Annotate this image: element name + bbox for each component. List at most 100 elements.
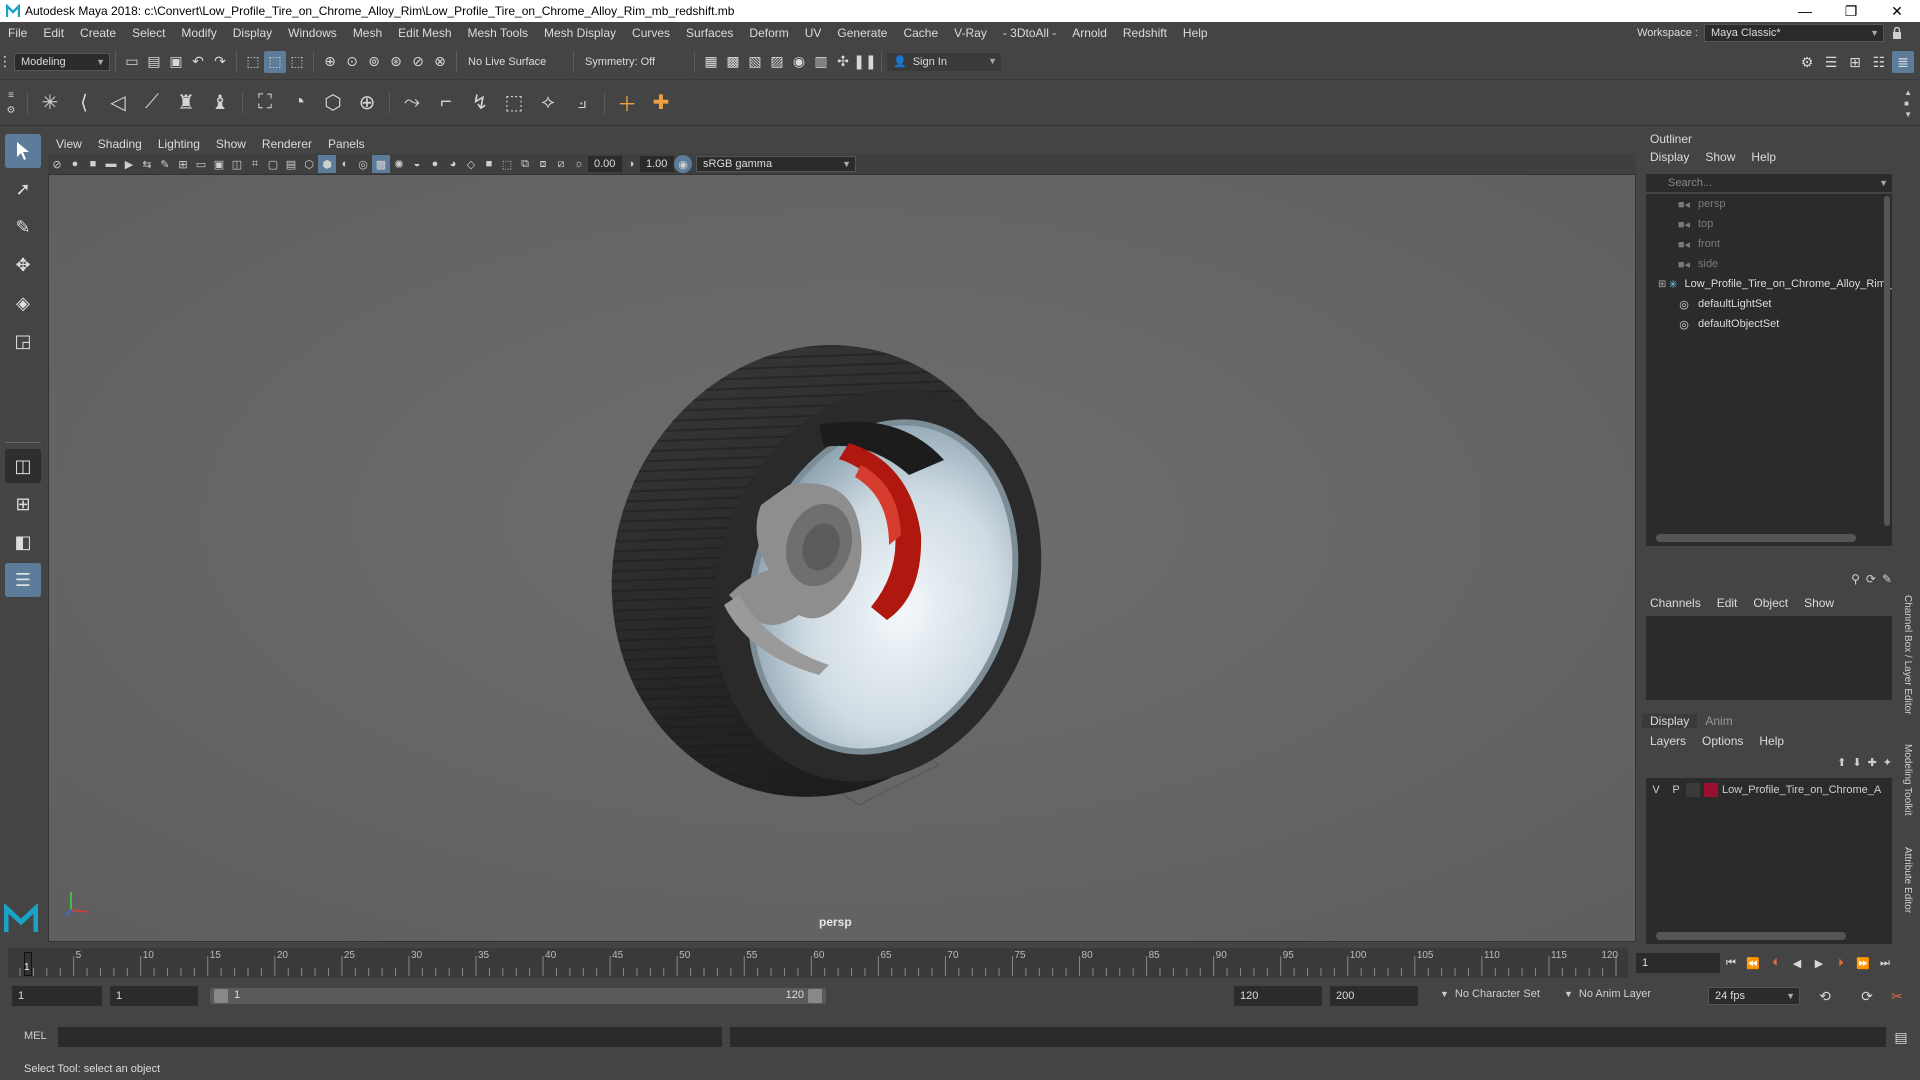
- human-ik-icon[interactable]: ♝: [203, 86, 237, 120]
- tab-anim[interactable]: Anim: [1697, 714, 1740, 728]
- smooth-shade-icon[interactable]: ⬢: [318, 155, 336, 173]
- render-settings-icon[interactable]: ▨: [766, 51, 788, 73]
- four-view-layout-button[interactable]: ⊞: [5, 487, 41, 521]
- new-scene-icon[interactable]: ▭: [121, 51, 143, 73]
- create-joint-icon[interactable]: ✳: [33, 86, 67, 120]
- outliner-item-side[interactable]: ■◂ side: [1646, 254, 1892, 274]
- outliner-vertical-scrollbar[interactable]: [1884, 196, 1890, 526]
- viewport-menu-view[interactable]: View: [48, 137, 90, 151]
- viewport-menu-lighting[interactable]: Lighting: [150, 137, 208, 151]
- snap-point-icon[interactable]: ⊚: [363, 51, 385, 73]
- new-layer-selected-icon[interactable]: ✦: [1883, 756, 1892, 769]
- animation-preferences-icon[interactable]: ✂: [1886, 985, 1908, 1007]
- field-chart-icon[interactable]: ⌗: [246, 155, 264, 173]
- maximize-button[interactable]: ❐: [1828, 0, 1874, 22]
- layer-name[interactable]: Low_Profile_Tire_on_Chrome_A: [1722, 784, 1881, 796]
- layer-row[interactable]: V P Low_Profile_Tire_on_Chrome_A: [1646, 780, 1892, 800]
- viewport-menu-panels[interactable]: Panels: [320, 137, 373, 151]
- smooth-bind-icon[interactable]: ◔: [282, 86, 316, 120]
- ik-fk-icon[interactable]: ⌐: [429, 86, 463, 120]
- modeling-toolkit-icon[interactable]: ⚙: [1796, 51, 1818, 73]
- default-material-icon[interactable]: ◐: [336, 155, 354, 173]
- paint-select-tool-button[interactable]: ✎: [5, 210, 41, 244]
- menu-windows[interactable]: Windows: [280, 26, 345, 40]
- ambient-occlusion-icon[interactable]: ●: [426, 155, 444, 173]
- workspace-dropdown[interactable]: Maya Classic* ▼: [1704, 24, 1884, 42]
- locator-icon[interactable]: ＋: [610, 86, 644, 120]
- playback-start-field[interactable]: 1: [110, 986, 198, 1006]
- safe-title-icon[interactable]: ▤: [282, 155, 300, 173]
- grease-pencil-icon[interactable]: ✎: [156, 155, 174, 173]
- menu-edit-mesh[interactable]: Edit Mesh: [390, 26, 459, 40]
- menu-surfaces[interactable]: Surfaces: [678, 26, 741, 40]
- textured-icon[interactable]: ▩: [372, 155, 390, 173]
- gamma-field[interactable]: 1.00: [640, 156, 674, 172]
- exposure-field[interactable]: 0.00: [588, 156, 622, 172]
- move-tool-button[interactable]: ✥: [5, 248, 41, 282]
- menu-edit[interactable]: Edit: [35, 26, 72, 40]
- camera-attributes-icon[interactable]: ■: [84, 155, 102, 173]
- safe-action-icon[interactable]: ▢: [264, 155, 282, 173]
- tab-display[interactable]: Display: [1642, 714, 1698, 728]
- save-scene-icon[interactable]: ▣: [165, 51, 187, 73]
- menu-modify[interactable]: Modify: [173, 26, 224, 40]
- animation-end-field[interactable]: 200: [1330, 986, 1418, 1006]
- outliner-horizontal-scrollbar[interactable]: [1656, 534, 1856, 542]
- depth-of-field-icon[interactable]: ■: [480, 155, 498, 173]
- tab-modeling-toolkit[interactable]: Modeling Toolkit: [1902, 730, 1913, 830]
- minimize-button[interactable]: —: [1782, 0, 1828, 22]
- paint-weights-icon[interactable]: ⤳: [395, 86, 429, 120]
- tab-attribute-editor[interactable]: Attribute Editor: [1902, 830, 1913, 930]
- light-editor-icon[interactable]: ✣: [832, 51, 854, 73]
- current-frame-field[interactable]: 1: [1636, 953, 1720, 973]
- range-slider[interactable]: 1 120: [210, 988, 826, 1004]
- xray-icon[interactable]: ⧉: [516, 155, 534, 173]
- outliner-item-persp[interactable]: ■◂ persp: [1646, 194, 1892, 214]
- wireframe-icon[interactable]: ⬡: [300, 155, 318, 173]
- channelbox-menu-channels[interactable]: Channels: [1642, 596, 1709, 610]
- menu-3dtoall[interactable]: - 3DtoAll -: [995, 26, 1064, 40]
- key-selected-icon[interactable]: ⚲: [1851, 572, 1860, 586]
- hypershade-icon[interactable]: ◉: [788, 51, 810, 73]
- menu-create[interactable]: Create: [72, 26, 124, 40]
- cluster-icon[interactable]: ⊕: [350, 86, 384, 120]
- command-input[interactable]: [58, 1027, 722, 1047]
- lock-icon[interactable]: [1890, 22, 1904, 44]
- gate-mask-icon[interactable]: ◫: [228, 155, 246, 173]
- xray-joints-icon[interactable]: ⧈: [534, 155, 552, 173]
- ipr-render-icon[interactable]: ▧: [744, 51, 766, 73]
- loop-icon[interactable]: ⟲: [1814, 985, 1836, 1007]
- persp-outliner-layout-button[interactable]: ◧: [5, 525, 41, 559]
- anti-aliasing-icon[interactable]: ◇: [462, 155, 480, 173]
- edit-icon[interactable]: ✎: [1882, 572, 1892, 586]
- go-to-start-icon[interactable]: ⏮: [1720, 952, 1742, 974]
- wireframe-on-shaded-icon[interactable]: ◎: [354, 155, 372, 173]
- outliner-item-front[interactable]: ■◂ front: [1646, 234, 1892, 254]
- outliner-toggle-icon[interactable]: ≣: [1892, 51, 1914, 73]
- outliner-item-tire-group[interactable]: ⊞ ✳ Low_Profile_Tire_on_Chrome_Alloy_Rim…: [1646, 274, 1892, 294]
- quick-rig-icon[interactable]: ♜: [169, 86, 203, 120]
- outliner-item-default-object-set[interactable]: ◎ defaultObjectSet: [1646, 314, 1892, 334]
- layer-menu-layers[interactable]: Layers: [1642, 734, 1694, 748]
- auto-key-icon[interactable]: ⟳: [1856, 985, 1878, 1007]
- layer-color-swatch[interactable]: [1704, 783, 1718, 797]
- play-forwards-icon[interactable]: ▶: [1808, 952, 1830, 974]
- move-layer-up-icon[interactable]: ⬆: [1837, 756, 1846, 769]
- snap-curve-icon[interactable]: ⊙: [341, 51, 363, 73]
- viewport-menu-show[interactable]: Show: [208, 137, 254, 151]
- render-setup-icon[interactable]: ▥: [810, 51, 832, 73]
- snap-view-plane-icon[interactable]: ⊛: [385, 51, 407, 73]
- refresh-icon[interactable]: ⟳: [1866, 572, 1876, 586]
- tire-model-render[interactable]: [49, 175, 1636, 942]
- pause-viewport-icon[interactable]: ❚❚: [853, 51, 876, 73]
- gamma-icon[interactable]: ◑: [622, 155, 640, 173]
- perspective-viewport[interactable]: persp: [48, 174, 1636, 942]
- layer-horizontal-scrollbar[interactable]: [1656, 932, 1846, 940]
- grid-icon[interactable]: ⊞: [174, 155, 192, 173]
- menu-select[interactable]: Select: [124, 26, 173, 40]
- shadows-icon[interactable]: ◒: [408, 155, 426, 173]
- select-component-icon[interactable]: ⬚: [286, 51, 308, 73]
- menu-mesh-tools[interactable]: Mesh Tools: [460, 26, 536, 40]
- exposure-icon[interactable]: ☼: [570, 155, 588, 173]
- outliner-search-input[interactable]: Search... ▼: [1646, 174, 1892, 192]
